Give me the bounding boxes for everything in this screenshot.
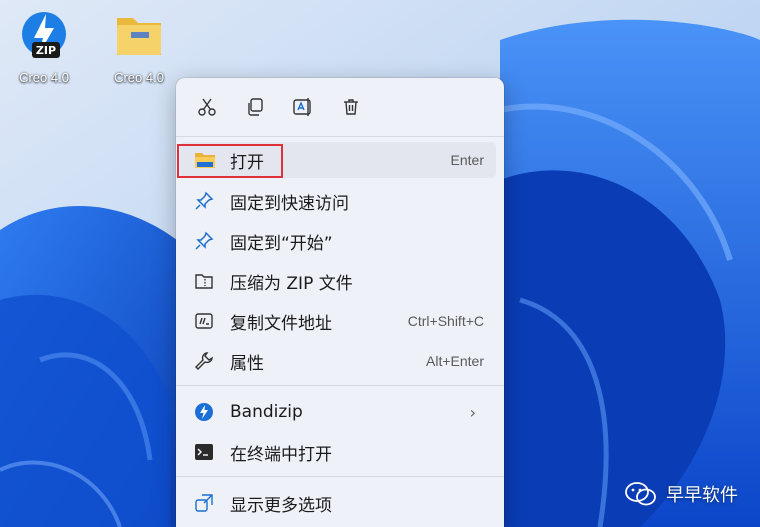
cut-button[interactable] [183, 87, 231, 127]
pin-icon [194, 191, 220, 211]
menu-item-copy-path[interactable]: 复制文件地址 Ctrl+Shift+C [180, 303, 496, 339]
highlight-box [177, 144, 283, 178]
rename-button[interactable] [279, 87, 327, 127]
terminal-icon [194, 443, 220, 461]
menu-item-label: 固定到快速访问 [230, 193, 349, 214]
menu-separator [176, 385, 504, 386]
watermark: 早早软件 [624, 480, 738, 508]
menu-item-shortcut: Ctrl+Shift+C [407, 313, 484, 329]
menu-item-shortcut: Enter [450, 152, 484, 168]
watermark-text: 早早软件 [666, 485, 738, 506]
bandizip-icon [194, 402, 220, 422]
menu-item-pin-start[interactable]: 固定到“开始” [180, 223, 496, 259]
trash-icon [344, 99, 358, 115]
menu-item-label: 复制文件地址 [230, 313, 332, 334]
desktop-icon-label: Creo 4.0 [19, 70, 69, 85]
menu-item-open-terminal[interactable]: 在终端中打开 [180, 434, 496, 470]
context-menu-toolbar [176, 78, 504, 136]
menu-item-bandizip[interactable]: Bandizip › [180, 394, 496, 430]
menu-item-shortcut: Alt+Enter [426, 353, 484, 369]
desktop-icon-creo-folder[interactable]: Creo 4.0 [103, 8, 175, 85]
wrench-icon [194, 351, 220, 371]
desktop-icon-label: Creo 4.0 [114, 70, 164, 85]
menu-item-properties[interactable]: 属性 Alt+Enter [180, 343, 496, 379]
copy-path-icon [194, 311, 220, 331]
zip-archive-icon: ZIP [16, 8, 72, 64]
desktop-icon-creo-zip[interactable]: ZIP Creo 4.0 [8, 8, 80, 85]
wechat-icon [625, 482, 656, 506]
menu-item-label: 在终端中打开 [230, 444, 332, 465]
zip-badge: ZIP [36, 44, 56, 57]
menu-item-label: Bandizip [230, 402, 303, 422]
zip-compress-icon [194, 271, 220, 291]
rename-icon [293, 98, 311, 116]
menu-item-pin-quick-access[interactable]: 固定到快速访问 [180, 183, 496, 219]
more-options-icon [194, 493, 220, 513]
menu-item-label: 显示更多选项 [230, 495, 332, 516]
menu-item-compress-zip[interactable]: 压缩为 ZIP 文件 [180, 263, 496, 299]
copy-button[interactable] [231, 87, 279, 127]
delete-button[interactable] [327, 87, 375, 127]
pin-icon [194, 231, 220, 251]
folder-icon [111, 8, 167, 64]
menu-separator [176, 476, 504, 477]
menu-item-label: 压缩为 ZIP 文件 [230, 273, 353, 294]
chevron-right-icon: › [469, 402, 476, 422]
menu-item-label: 固定到“开始” [230, 233, 333, 254]
menu-item-show-more-options[interactable]: 显示更多选项 [180, 485, 496, 521]
scissors-icon [198, 98, 216, 116]
menu-item-label: 属性 [230, 353, 264, 374]
copy-icon [248, 98, 263, 116]
menu-separator [176, 136, 504, 137]
